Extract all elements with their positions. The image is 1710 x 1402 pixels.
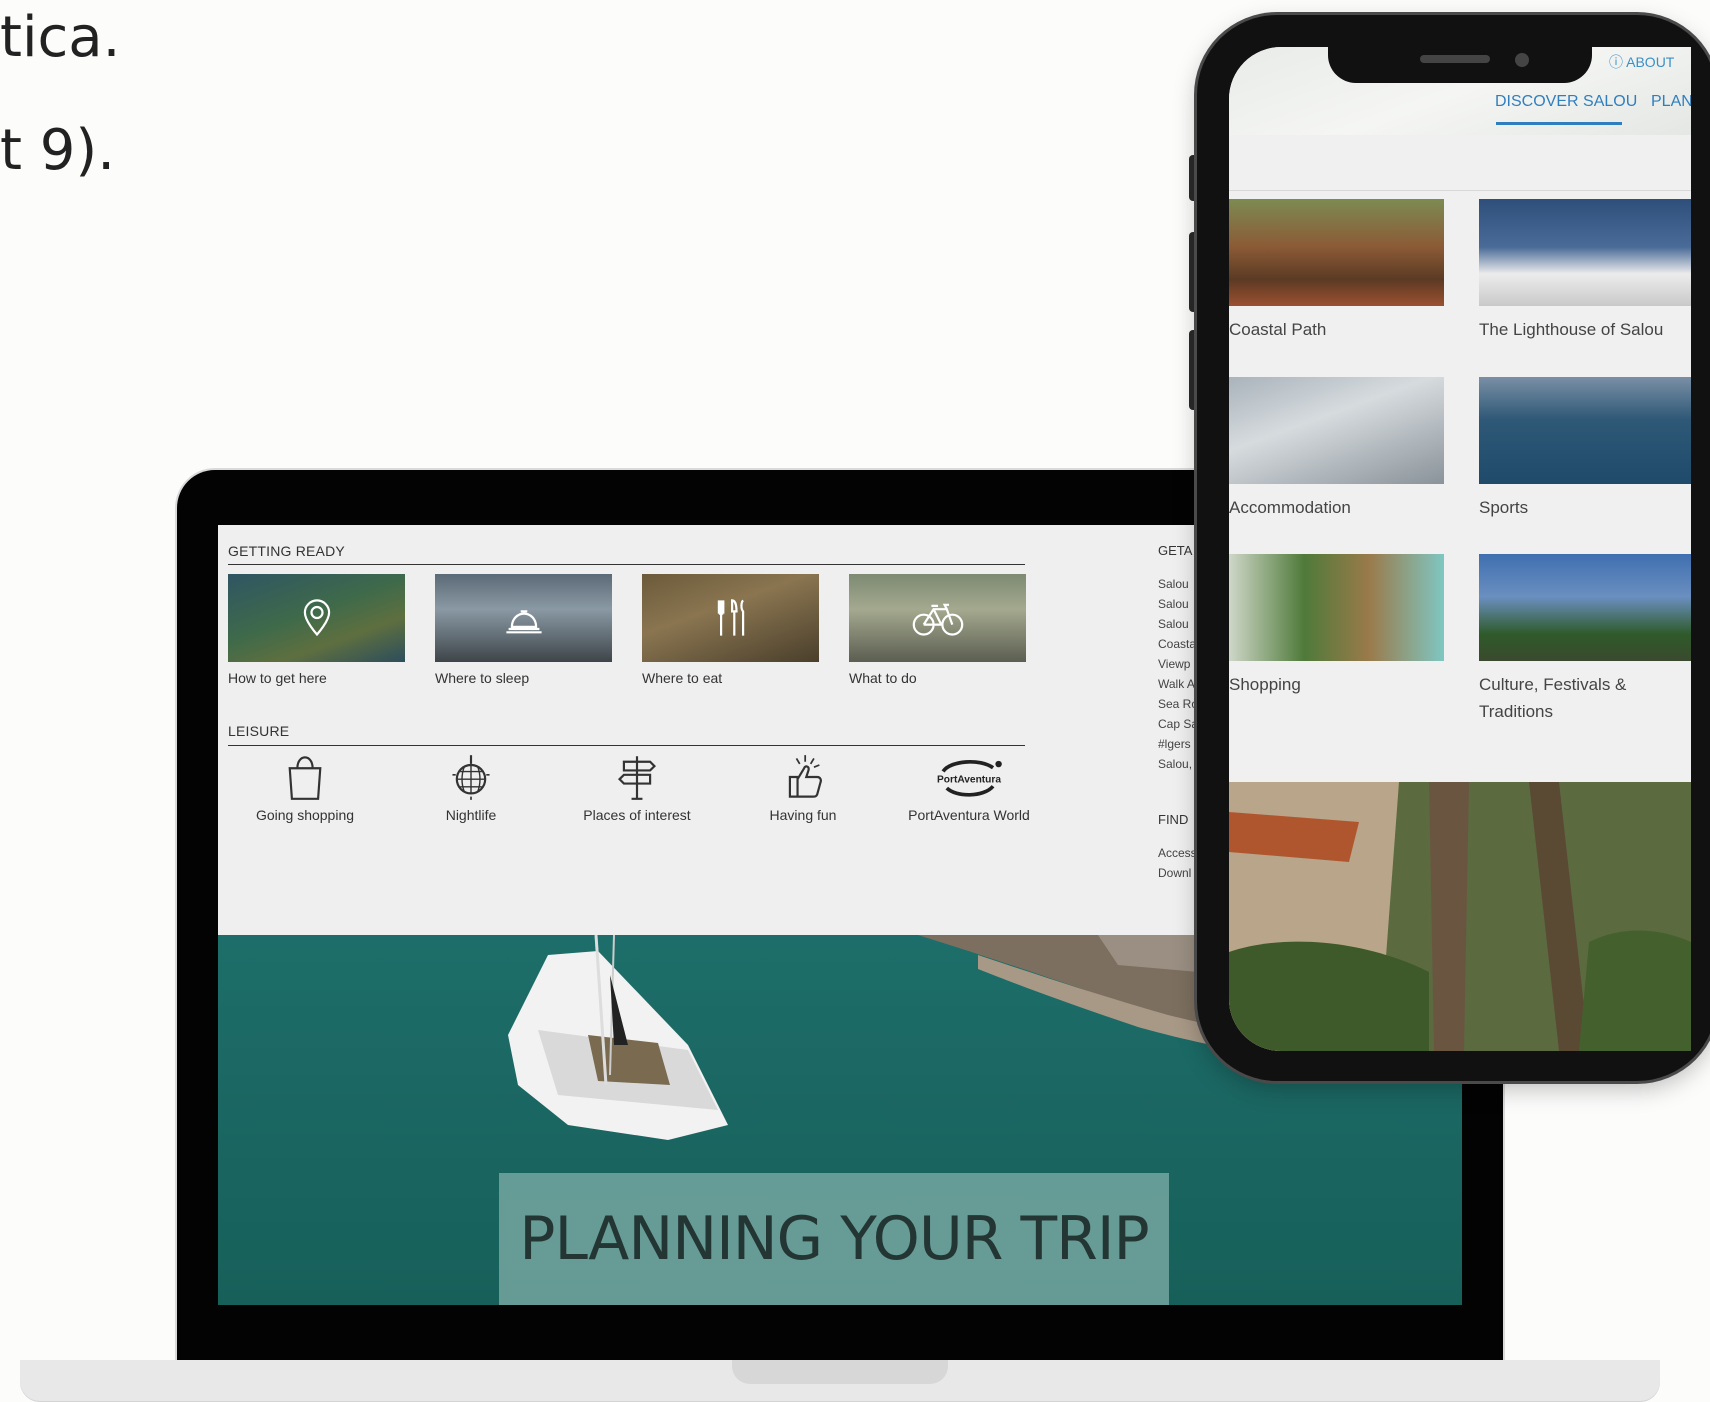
portaventura-logo-text: PortAventura xyxy=(937,775,1001,786)
card-coastal-path[interactable]: Coastal Path xyxy=(1229,199,1444,343)
leisure-going-shopping[interactable]: Going shopping xyxy=(230,753,380,823)
side-heading-find: FIND xyxy=(1158,812,1189,827)
leisure-label: Nightlife xyxy=(445,807,497,823)
card-image xyxy=(1479,554,1691,661)
signpost-icon xyxy=(618,756,656,800)
side-link[interactable]: Sea Ro xyxy=(1158,697,1198,711)
leisure-nightlife[interactable]: Nightlife xyxy=(396,753,546,823)
tab-plan[interactable]: PLAN xyxy=(1651,93,1691,111)
card-label: The Lighthouse of Salou xyxy=(1479,320,1664,339)
card-image xyxy=(1229,377,1444,484)
side-link[interactable]: Downl xyxy=(1158,866,1191,880)
phone-notch xyxy=(1328,45,1592,83)
shopping-bag-icon xyxy=(288,756,322,800)
bicycle-icon xyxy=(912,603,963,636)
leisure-portaventura-world[interactable]: PortAventura PortAventura World xyxy=(894,753,1044,823)
getting-ready-divider xyxy=(228,564,1025,565)
slide-text-line-2: t 9). xyxy=(0,118,116,183)
hero-banner-title: PLANNING YOUR TRIP xyxy=(519,1204,1149,1274)
card-image xyxy=(1479,377,1691,484)
card-image xyxy=(642,574,819,662)
side-link[interactable]: Salou xyxy=(1158,597,1189,611)
about-link[interactable]: ⓘ ABOUT xyxy=(1609,52,1674,72)
info-icon: ⓘ xyxy=(1609,54,1623,70)
slide-text-line-1: tica. xyxy=(0,5,121,70)
tab-discover-salou[interactable]: DISCOVER SALOU xyxy=(1495,93,1637,111)
thumbs-up-icon xyxy=(788,755,822,798)
about-label: ABOUT xyxy=(1626,54,1675,70)
card-image xyxy=(228,574,405,662)
leisure-label: Places of interest xyxy=(583,807,691,823)
leisure-having-fun[interactable]: Having fun xyxy=(728,753,878,823)
card-label: Sports xyxy=(1479,498,1529,517)
card-image xyxy=(1229,554,1444,661)
leisure-places-of-interest[interactable]: Places of interest xyxy=(562,753,712,823)
side-heading-getaways: GETA xyxy=(1158,543,1193,558)
side-link[interactable]: Coasta xyxy=(1158,637,1196,651)
side-link[interactable]: Salou xyxy=(1158,617,1189,631)
card-label: Coastal Path xyxy=(1229,320,1327,339)
hotel-bell-icon xyxy=(505,610,542,634)
laptop-notch xyxy=(732,1360,948,1384)
card-image xyxy=(849,574,1026,662)
card-label: Shopping xyxy=(1229,675,1301,694)
cutlery-icon xyxy=(717,599,744,636)
card-culture-festivals[interactable]: Culture, Festivals & Traditions xyxy=(1479,554,1691,725)
side-link[interactable]: #lgers xyxy=(1158,737,1191,751)
leisure-label: Going shopping xyxy=(255,807,355,823)
card-accommodation[interactable]: Accommodation xyxy=(1229,377,1444,521)
phone-screen: ⓘ ABOUT DISCOVER SALOU PLAN Coastal Path… xyxy=(1229,47,1691,1051)
card-lighthouse[interactable]: The Lighthouse of Salou xyxy=(1479,199,1691,343)
side-link[interactable]: Salou, xyxy=(1158,757,1192,771)
card-where-to-sleep[interactable]: Where to sleep xyxy=(435,574,612,686)
card-label: What to do xyxy=(849,670,917,686)
getting-ready-title: GETTING READY xyxy=(228,543,345,559)
card-how-to-get-here[interactable]: How to get here xyxy=(228,574,405,686)
card-label: Culture, Festivals & Traditions xyxy=(1479,675,1627,721)
phone-hero-scene xyxy=(1229,782,1691,1051)
header-divider xyxy=(1229,190,1691,191)
leisure-label: Having fun xyxy=(769,807,837,823)
active-tab-indicator xyxy=(1496,122,1622,125)
leisure-divider xyxy=(228,745,1025,746)
disco-ball-icon xyxy=(452,755,490,800)
side-link[interactable]: Access xyxy=(1158,846,1197,860)
card-image xyxy=(1479,199,1691,306)
phone-camera xyxy=(1515,53,1529,67)
card-label: How to get here xyxy=(228,670,327,686)
leisure-label: PortAventura World xyxy=(908,807,1030,823)
card-label: Where to eat xyxy=(642,670,723,686)
side-link[interactable]: Viewp xyxy=(1158,657,1190,671)
location-pin-icon xyxy=(303,599,330,637)
card-shopping[interactable]: Shopping xyxy=(1229,554,1444,698)
card-label: Accommodation xyxy=(1229,498,1351,517)
card-what-to-do[interactable]: What to do xyxy=(849,574,1026,686)
side-link[interactable]: Salou xyxy=(1158,577,1189,591)
card-image xyxy=(435,574,612,662)
phone-hero-image xyxy=(1229,782,1691,1051)
card-where-to-eat[interactable]: Where to eat xyxy=(642,574,819,686)
leisure-title: LEISURE xyxy=(228,723,290,739)
phone-speaker xyxy=(1420,55,1490,63)
portaventura-logo: PortAventura xyxy=(937,760,1002,797)
side-link[interactable]: Walk A xyxy=(1158,677,1195,691)
hero-banner[interactable]: PLANNING YOUR TRIP xyxy=(499,1173,1169,1305)
card-sports[interactable]: Sports xyxy=(1479,377,1691,521)
card-image xyxy=(1229,199,1444,306)
side-link[interactable]: Cap Sa xyxy=(1158,717,1198,731)
card-label: Where to sleep xyxy=(435,670,530,686)
